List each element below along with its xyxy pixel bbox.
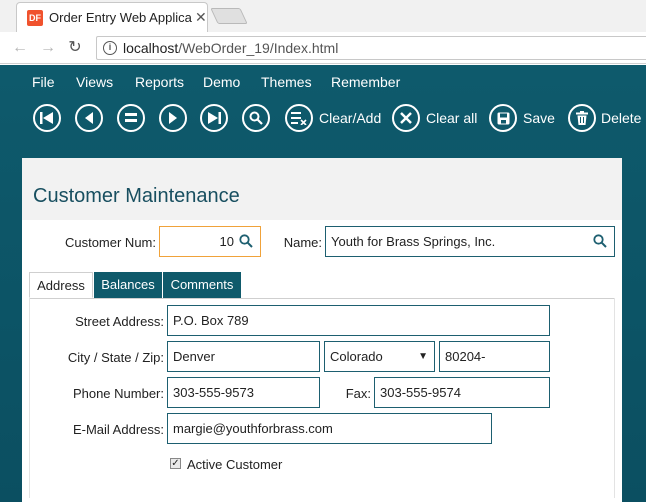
save-label[interactable]: Save [523, 110, 555, 126]
url-input[interactable]: i localhost/WebOrder_19/Index.html [96, 36, 646, 60]
previous-icon [85, 112, 93, 124]
tab-comments[interactable]: Comments [163, 272, 241, 298]
find-equal-button[interactable] [117, 104, 145, 132]
customer-maintenance-panel: Customer Maintenance Customer Num: 10 Na… [22, 158, 622, 502]
fax-label: Fax: [345, 386, 371, 401]
city-input[interactable]: Denver [167, 341, 320, 372]
favicon-icon: DF [27, 10, 43, 26]
street-address-input[interactable]: P.O. Box 789 [167, 305, 550, 336]
menu-bar: File Views Reports Demo Themes Remember [0, 65, 646, 99]
phone-number-label: Phone Number: [72, 386, 164, 401]
name-input[interactable]: Youth for Brass Springs, Inc. [325, 226, 615, 257]
city-state-zip-label: City / State / Zip: [67, 350, 164, 365]
customer-num-label: Customer Num: [64, 235, 156, 250]
email-address-label: E-Mail Address: [72, 422, 164, 437]
fax-input[interactable]: 303-555-9574 [374, 377, 550, 408]
tab-balances[interactable]: Balances [94, 272, 162, 298]
last-record-button[interactable] [200, 104, 228, 132]
state-select[interactable]: Colorado ▼ [324, 341, 435, 372]
search-icon[interactable] [593, 234, 607, 248]
new-tab-button[interactable] [210, 8, 248, 24]
next-record-button[interactable] [159, 104, 187, 132]
info-icon[interactable]: i [103, 41, 117, 55]
chevron-down-icon: ▼ [418, 351, 428, 362]
previous-record-button[interactable] [75, 104, 103, 132]
menu-item-file[interactable]: File [32, 74, 55, 90]
state-select-value: Colorado [330, 349, 383, 364]
app-container: File Views Reports Demo Themes Remember … [0, 65, 646, 502]
clear-all-button[interactable] [392, 104, 420, 132]
first-record-button[interactable] [33, 104, 61, 132]
menu-item-remember[interactable]: Remember [331, 74, 400, 90]
search-icon [249, 111, 263, 125]
url-host: localhost [123, 40, 179, 56]
back-icon[interactable]: ← [10, 38, 30, 58]
clear-all-label[interactable]: Clear all [426, 110, 477, 126]
save-icon [497, 112, 509, 124]
next-icon [169, 112, 177, 124]
panel-header: Customer Maintenance [22, 158, 622, 220]
trash-icon [576, 111, 588, 125]
delete-button[interactable] [568, 104, 596, 132]
close-icon [400, 112, 412, 124]
tab-address[interactable]: Address [29, 272, 93, 298]
menu-item-views[interactable]: Views [76, 74, 113, 90]
clear-add-icon [291, 112, 307, 125]
address-bar: ← → ↻ i localhost/WebOrder_19/Index.html [0, 32, 646, 64]
phone-number-input[interactable]: 303-555-9573 [167, 377, 320, 408]
browser-tab[interactable]: DF Order Entry Web Applica ✕ [16, 2, 208, 32]
first-icon [40, 112, 53, 124]
clear-add-button[interactable] [285, 104, 313, 132]
search-icon[interactable] [239, 234, 253, 248]
active-customer-checkbox[interactable]: ✓ [170, 458, 181, 469]
name-label: Name: [283, 235, 322, 250]
close-icon[interactable]: ✕ [195, 9, 207, 26]
last-icon [208, 112, 221, 124]
browser-titlebar: DF Order Entry Web Applica ✕ [0, 0, 646, 32]
clear-add-label[interactable]: Clear/Add [319, 110, 381, 126]
forward-icon[interactable]: → [38, 38, 58, 58]
equal-icon [125, 113, 137, 122]
zip-input[interactable]: 80204- [439, 341, 550, 372]
active-customer-label[interactable]: Active Customer [187, 457, 282, 472]
email-field[interactable]: margie@youthforbrass.com [167, 413, 492, 444]
street-address-label: Street Address: [75, 314, 164, 329]
page-title: Customer Maintenance [33, 185, 240, 207]
menu-item-reports[interactable]: Reports [135, 74, 184, 90]
menu-item-themes[interactable]: Themes [261, 74, 312, 90]
tab-title: Order Entry Web Applica [49, 10, 192, 25]
prompt-search-button[interactable] [242, 104, 270, 132]
save-button[interactable] [489, 104, 517, 132]
delete-label[interactable]: Delete [601, 110, 641, 126]
reload-icon[interactable]: ↻ [65, 38, 85, 58]
url-path: /WebOrder_19/Index.html [178, 40, 339, 56]
menu-item-demo[interactable]: Demo [203, 74, 240, 90]
